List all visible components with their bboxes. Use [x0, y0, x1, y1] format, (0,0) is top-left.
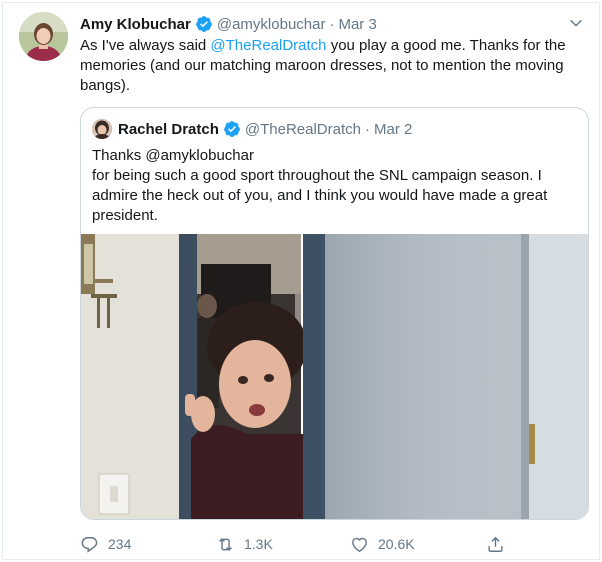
quoted-tweet-header: Rachel Dratch @TheRealDratch · Mar 2: [92, 119, 412, 139]
chevron-down-icon[interactable]: [567, 14, 585, 32]
separator-dot: ·: [329, 15, 335, 33]
retweet-count: 1.3K: [244, 536, 273, 552]
mention-link[interactable]: @TheRealDratch: [210, 37, 326, 54]
like-button[interactable]: 20.6K: [350, 535, 415, 554]
like-count: 20.6K: [378, 536, 415, 552]
quoted-avatar: [92, 119, 112, 139]
tweet-date[interactable]: Mar 3: [338, 16, 376, 33]
quoted-tweet[interactable]: Rachel Dratch @TheRealDratch · Mar 2 Tha…: [80, 107, 589, 520]
quoted-tweet-photo[interactable]: [81, 234, 588, 519]
verified-badge-icon: [195, 15, 213, 33]
retweet-button[interactable]: 1.3K: [216, 535, 273, 554]
author-name[interactable]: Amy Klobuchar: [80, 16, 191, 33]
share-icon: [488, 536, 503, 552]
tweet-header: Amy Klobuchar @amyklobuchar · Mar 3: [80, 14, 559, 34]
reply-button[interactable]: 234: [80, 535, 131, 554]
heart-icon: [352, 537, 367, 552]
quoted-tweet-text: Thanks @amyklobuchar for being such a go…: [92, 146, 576, 226]
quoted-tweet-date: Mar 2: [373, 120, 413, 138]
tweet-text-part: As I've always said: [80, 37, 211, 54]
quoted-text-line: Thanks @amyklobuchar: [92, 147, 254, 164]
reply-icon: [81, 536, 98, 553]
avatar[interactable]: [19, 12, 68, 61]
separator-dot: ·: [364, 120, 370, 138]
share-button[interactable]: [486, 535, 514, 554]
quoted-author-handle: @TheRealDratch: [244, 120, 361, 138]
tweet-actions: 234 1.3K 20.6K: [80, 533, 520, 555]
reply-count: 234: [108, 536, 132, 552]
retweet-icon: [219, 537, 232, 551]
tweet-card[interactable]: Amy Klobuchar @amyklobuchar · Mar 3 As I…: [2, 2, 600, 560]
verified-badge-icon: [223, 120, 241, 138]
quoted-text-line: for being such a good sport throughout t…: [92, 167, 548, 224]
author-handle[interactable]: @amyklobuchar: [217, 16, 326, 33]
tweet-text: As I've always said @TheRealDratch you p…: [80, 36, 580, 96]
quoted-author-name: Rachel Dratch: [118, 120, 219, 138]
